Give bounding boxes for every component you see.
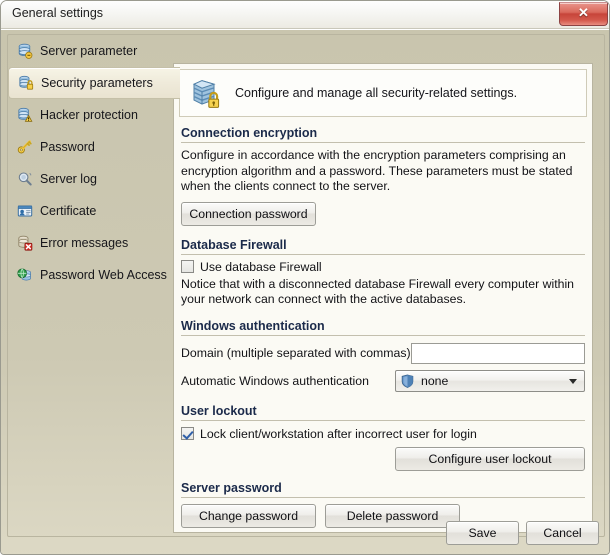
domain-label: Domain (multiple separated with commas) xyxy=(181,346,411,360)
cancel-button[interactable]: Cancel xyxy=(526,521,599,545)
section-title-user-lockout: User lockout xyxy=(181,403,257,418)
sidebar-item-label: Certificate xyxy=(40,204,97,218)
database-error-icon xyxy=(17,235,33,251)
chevron-down-icon[interactable] xyxy=(569,378,577,384)
configure-user-lockout-button[interactable]: Configure user lockout xyxy=(395,446,585,471)
divider xyxy=(181,496,585,498)
shield-icon xyxy=(401,374,414,388)
dialog-body: Server parameter Security parameters Hac… xyxy=(1,29,609,554)
lock-client-row[interactable]: Lock client/workstation after incorrect … xyxy=(181,427,585,441)
sidebar-item-label: Server log xyxy=(40,172,97,186)
change-password-button[interactable]: Change password xyxy=(181,503,316,528)
certificate-card-icon xyxy=(17,203,33,219)
divider xyxy=(181,419,585,421)
delete-password-button[interactable]: Delete password xyxy=(325,503,460,528)
section-title-database-firewall: Database Firewall xyxy=(181,237,287,252)
sidebar-item-label: Password xyxy=(40,140,95,154)
sidebar-item-security-parameters[interactable]: Security parameters xyxy=(8,67,180,99)
sidebar-item-label: Password Web Access xyxy=(40,268,167,282)
sidebar-item-label: Server parameter xyxy=(40,44,138,58)
divider xyxy=(181,142,585,143)
section-title-server-password: Server password xyxy=(181,480,282,495)
connection-encryption-description: Configure in accordance with the encrypt… xyxy=(181,148,573,193)
key-icon xyxy=(17,139,33,155)
domain-input[interactable] xyxy=(410,342,585,364)
divider xyxy=(181,334,585,336)
sidebar-item-hacker-protection[interactable]: Hacker protection xyxy=(8,99,171,131)
settings-content: Connection encryption Configure in accor… xyxy=(174,122,592,532)
section-title-windows-authentication: Windows authentication xyxy=(181,318,325,333)
use-database-firewall-row[interactable]: Use database Firewall xyxy=(181,260,585,274)
sidebar-item-server-parameter[interactable]: Server parameter xyxy=(8,35,171,67)
sidebar-item-password-web-access[interactable]: Password Web Access xyxy=(8,259,171,291)
use-database-firewall-checkbox[interactable] xyxy=(181,260,194,273)
server-lock-icon xyxy=(190,77,222,109)
server-password-buttons: Change password Delete password xyxy=(181,503,585,528)
domain-field-row: Domain (multiple separated with commas) xyxy=(181,342,585,364)
sidebar-item-label: Error messages xyxy=(40,236,129,250)
server-database-icon xyxy=(17,43,33,59)
title-bar: General settings ✕ xyxy=(1,1,609,29)
sidebar-item-label: Security parameters xyxy=(41,76,153,90)
sidebar-item-certificate[interactable]: Certificate xyxy=(8,195,171,227)
save-button[interactable]: Save xyxy=(446,521,519,545)
automatic-windows-authentication-value: none xyxy=(421,373,449,388)
sidebar-item-label: Hacker protection xyxy=(40,108,138,122)
sidebar-item-error-messages[interactable]: Error messages xyxy=(8,227,171,259)
close-icon: ✕ xyxy=(578,5,589,20)
database-firewall-notice: Notice that with a disconnected database… xyxy=(181,276,575,307)
automatic-windows-authentication-select[interactable]: none xyxy=(395,369,585,392)
use-database-firewall-label: Use database Firewall xyxy=(200,259,322,274)
divider xyxy=(181,253,585,255)
window-title: General settings xyxy=(12,6,104,20)
general-settings-window: General settings ✕ Server parameter Secu… xyxy=(0,0,610,555)
lock-client-workstation-checkbox[interactable] xyxy=(181,427,194,440)
magnifier-icon xyxy=(17,171,33,187)
connection-password-button[interactable]: Connection password xyxy=(181,201,316,226)
sidebar-navigation: Server parameter Security parameters Hac… xyxy=(8,35,180,536)
sidebar-item-server-log[interactable]: Server log xyxy=(8,163,171,195)
database-lock-icon xyxy=(18,75,34,91)
panel-header-text: Configure and manage all security-relate… xyxy=(235,86,518,100)
sidebar-item-password[interactable]: Password xyxy=(8,131,171,163)
configure-user-lockout-row: Configure user lockout xyxy=(181,446,585,471)
automatic-windows-authentication-label: Automatic Windows authentication xyxy=(181,373,369,388)
globe-database-icon xyxy=(17,267,33,283)
database-warning-icon xyxy=(17,107,33,123)
close-button[interactable]: ✕ xyxy=(559,2,608,26)
main-settings-panel: Configure and manage all security-relate… xyxy=(173,63,593,533)
section-title-connection-encryption: Connection encryption xyxy=(181,126,318,140)
lock-client-workstation-label: Lock client/workstation after incorrect … xyxy=(200,426,477,441)
auto-windows-auth-row: Automatic Windows authentication none xyxy=(181,369,585,392)
panel-header: Configure and manage all security-relate… xyxy=(179,69,587,117)
